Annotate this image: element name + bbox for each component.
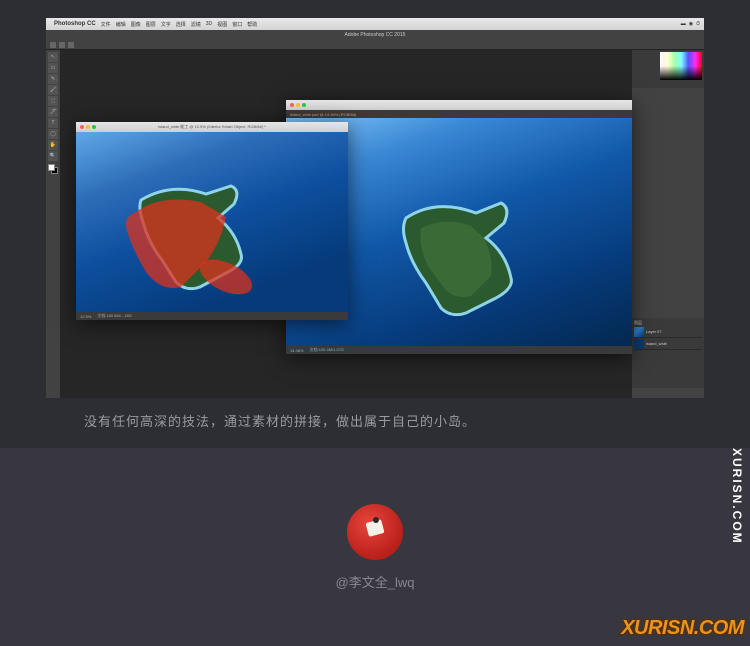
caption: 没有任何高深的技法，通过素材的拼接，做出属于自己的小岛。: [84, 411, 476, 430]
doc2-titlebar[interactable]: [286, 100, 632, 110]
option-swatch[interactable]: [68, 42, 74, 48]
option-swatch[interactable]: [50, 42, 56, 48]
marquee-tool[interactable]: ▭: [48, 63, 58, 73]
maximize-icon[interactable]: [302, 103, 306, 107]
doc1-title: island_wide 能工 @ 12.5% (Interior Smart O…: [158, 124, 265, 130]
document-window-1[interactable]: island_wide 能工 @ 12.5% (Interior Smart O…: [76, 122, 348, 320]
color-panel[interactable]: [632, 50, 704, 88]
color-picker[interactable]: [48, 164, 58, 174]
traffic-lights: [290, 103, 306, 107]
photoshop-titlebar: Adobe Photoshop CC 2015: [46, 30, 704, 40]
doc2-statusbar: 14.36% 文档:100.4M/1.07G: [286, 346, 632, 354]
pen-tool[interactable]: 🖊: [48, 107, 58, 117]
canvas-area: island_wide.psd @ 14.36% (RGB/8#) 14.36%…: [60, 50, 632, 398]
clock-icon: ⏱: [696, 21, 700, 27]
photoshop-panels: 图层 Layer 07 island_wide: [632, 50, 704, 398]
island-graphic: [366, 188, 566, 328]
brush-tool[interactable]: 🖌: [48, 85, 58, 95]
author-handle[interactable]: @李文全_lwq: [336, 572, 415, 591]
hand-tool[interactable]: ✋: [48, 140, 58, 150]
shape-tool[interactable]: ◯: [48, 129, 58, 139]
menu-3d[interactable]: 3D: [206, 21, 212, 27]
wifi-icon: ◉: [689, 21, 693, 27]
close-icon[interactable]: [80, 125, 84, 129]
menu-type[interactable]: 文字: [161, 21, 171, 28]
menu-help[interactable]: 帮助: [247, 21, 257, 28]
menu-file[interactable]: 文件: [101, 21, 111, 28]
menubar-right: ▬ ◉ ⏱: [681, 21, 700, 27]
avatar[interactable]: [347, 504, 403, 560]
traffic-lights: [80, 125, 96, 129]
layers-panel[interactable]: 图层 Layer 07 island_wide: [632, 318, 704, 388]
battery-icon: ▬: [681, 21, 686, 27]
island-with-mask: [106, 172, 306, 302]
foreground-color[interactable]: [48, 164, 55, 171]
photoshop-toolbar: ↖ ▭ ✎ 🖌 ⬚ 🖊 T ◯ ✋ 🔍: [46, 50, 60, 398]
lasso-tool[interactable]: ✎: [48, 74, 58, 84]
layer-thumbnail: [634, 339, 644, 349]
close-icon[interactable]: [290, 103, 294, 107]
doc2-tab[interactable]: island_wide.psd @ 14.36% (RGB/8#): [286, 110, 632, 118]
avatar-figure-icon: [363, 517, 387, 547]
menu-select[interactable]: 选择: [176, 21, 186, 28]
doc2-zoom: 14.36%: [290, 348, 304, 353]
app-name[interactable]: Photoshop CC: [54, 21, 96, 27]
layer-thumbnail: [634, 327, 644, 337]
doc1-canvas[interactable]: [76, 132, 348, 312]
doc1-titlebar[interactable]: island_wide 能工 @ 12.5% (Interior Smart O…: [76, 122, 348, 132]
watermark-bottom: XURISN.COM: [621, 617, 744, 640]
maximize-icon[interactable]: [92, 125, 96, 129]
menu-layer[interactable]: 图层: [146, 21, 156, 28]
doc2-info: 文档:100.4M/1.07G: [310, 347, 344, 353]
option-swatch[interactable]: [59, 42, 65, 48]
watermark-vertical: XURISN.COM: [730, 448, 744, 545]
doc1-info: 文档:180.6M/...18G: [97, 313, 131, 319]
layer-row[interactable]: Layer 07: [634, 326, 702, 338]
photoshop-screenshot: Photoshop CC 文件 编辑 图像 图层 文字 选择 滤镜 3D 视图 …: [46, 18, 704, 398]
crop-tool[interactable]: ⬚: [48, 96, 58, 106]
mac-menubar: Photoshop CC 文件 编辑 图像 图层 文字 选择 滤镜 3D 视图 …: [46, 18, 704, 30]
doc1-zoom: 12.5%: [80, 314, 91, 319]
minimize-icon[interactable]: [296, 103, 300, 107]
menu-edit[interactable]: 编辑: [116, 21, 126, 28]
doc1-statusbar: 12.5% 文档:180.6M/...18G: [76, 312, 348, 320]
move-tool[interactable]: ↖: [48, 52, 58, 62]
layer-name: Layer 07: [646, 329, 662, 334]
menu-image[interactable]: 图像: [131, 21, 141, 28]
layer-name: island_wide: [646, 341, 667, 346]
color-spectrum[interactable]: [660, 52, 702, 80]
zoom-tool[interactable]: 🔍: [48, 151, 58, 161]
minimize-icon[interactable]: [86, 125, 90, 129]
menu-view[interactable]: 视图: [217, 21, 227, 28]
menu-filter[interactable]: 滤镜: [191, 21, 201, 28]
ps-title: Adobe Photoshop CC 2015: [345, 32, 406, 38]
layer-row[interactable]: island_wide: [634, 338, 702, 350]
menu-window[interactable]: 窗口: [232, 21, 242, 28]
photoshop-options-bar: [46, 40, 704, 50]
type-tool[interactable]: T: [48, 118, 58, 128]
